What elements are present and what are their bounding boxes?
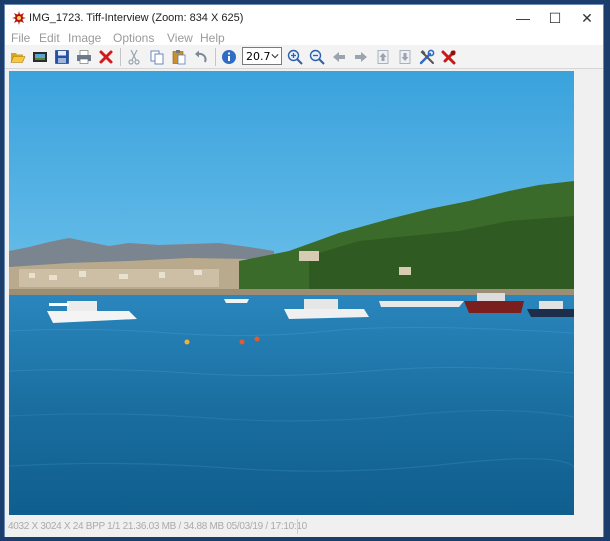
- image-info-text: 4032 X 3024 X 24 BPP 1/1 21.36.03 MB / 3…: [8, 521, 307, 532]
- toolbar: 20.7: [5, 45, 603, 69]
- red-x-icon: [99, 50, 113, 64]
- zoom-out-button[interactable]: [308, 48, 326, 66]
- window-title: IMG_1723. Tiff-Interview (Zoom: 834 X 62…: [29, 12, 244, 24]
- exit-icon: [441, 50, 456, 65]
- clipboard-icon: [172, 50, 186, 65]
- tools-icon: [419, 49, 435, 65]
- image-canvas[interactable]: [9, 71, 574, 515]
- zoom-value: 20.7: [246, 50, 271, 63]
- app-window: IMG_1723. Tiff-Interview (Zoom: 834 X 62…: [4, 4, 604, 537]
- undo-button[interactable]: [192, 48, 210, 66]
- open-button[interactable]: [9, 48, 27, 66]
- slideshow-button[interactable]: [31, 48, 49, 66]
- toolbar-separator: [120, 48, 121, 66]
- paste-button[interactable]: [170, 48, 188, 66]
- save-button[interactable]: [53, 48, 71, 66]
- copy-icon: [150, 50, 164, 65]
- menu-options[interactable]: Options: [113, 31, 154, 45]
- folder-open-icon: [10, 53, 26, 63]
- arrow-left-icon: [333, 52, 345, 62]
- filmstrip-icon: [33, 52, 47, 62]
- exit-button[interactable]: [440, 48, 458, 66]
- menu-image[interactable]: Image: [68, 31, 101, 45]
- chevron-down-icon[interactable]: [269, 48, 281, 64]
- cut-button[interactable]: [125, 48, 143, 66]
- menu-edit[interactable]: Edit: [39, 31, 60, 45]
- next-button[interactable]: [352, 48, 370, 66]
- menu-view[interactable]: View: [167, 31, 193, 45]
- arrow-right-icon: [355, 52, 367, 62]
- zoom-out-icon: [309, 49, 325, 65]
- minimize-button[interactable]: —: [507, 5, 539, 31]
- maximize-button[interactable]: ☐: [539, 5, 571, 31]
- menu-help[interactable]: Help: [200, 31, 225, 45]
- zoom-combobox[interactable]: 20.7: [242, 47, 282, 65]
- zoom-in-button[interactable]: [286, 48, 304, 66]
- floppy-disk-icon: [55, 50, 69, 64]
- info-button[interactable]: [220, 48, 238, 66]
- app-logo-icon: [11, 10, 27, 26]
- undo-arrow-icon: [195, 50, 207, 63]
- scissors-icon: [128, 49, 140, 65]
- photo-harbor: [9, 71, 574, 515]
- title-bar[interactable]: IMG_1723. Tiff-Interview (Zoom: 834 X 62…: [5, 5, 603, 31]
- status-divider: [297, 519, 298, 534]
- printer-icon: [77, 50, 91, 64]
- delete-button[interactable]: [97, 48, 115, 66]
- info-icon: [222, 50, 236, 64]
- settings-button[interactable]: [418, 48, 436, 66]
- move-down-button[interactable]: [396, 48, 414, 66]
- menu-file[interactable]: File: [11, 31, 30, 45]
- close-button[interactable]: ✕: [571, 5, 603, 31]
- page-down-icon: [399, 50, 411, 64]
- print-button[interactable]: [75, 48, 93, 66]
- toolbar-separator: [215, 48, 216, 66]
- page-up-icon: [377, 50, 389, 64]
- move-up-button[interactable]: [374, 48, 392, 66]
- menu-bar: File Edit Image Options View Help: [5, 31, 603, 45]
- previous-button[interactable]: [330, 48, 348, 66]
- copy-button[interactable]: [148, 48, 166, 66]
- status-bar: 4032 X 3024 X 24 BPP 1/1 21.36.03 MB / 3…: [5, 517, 603, 537]
- zoom-in-icon: [287, 49, 303, 65]
